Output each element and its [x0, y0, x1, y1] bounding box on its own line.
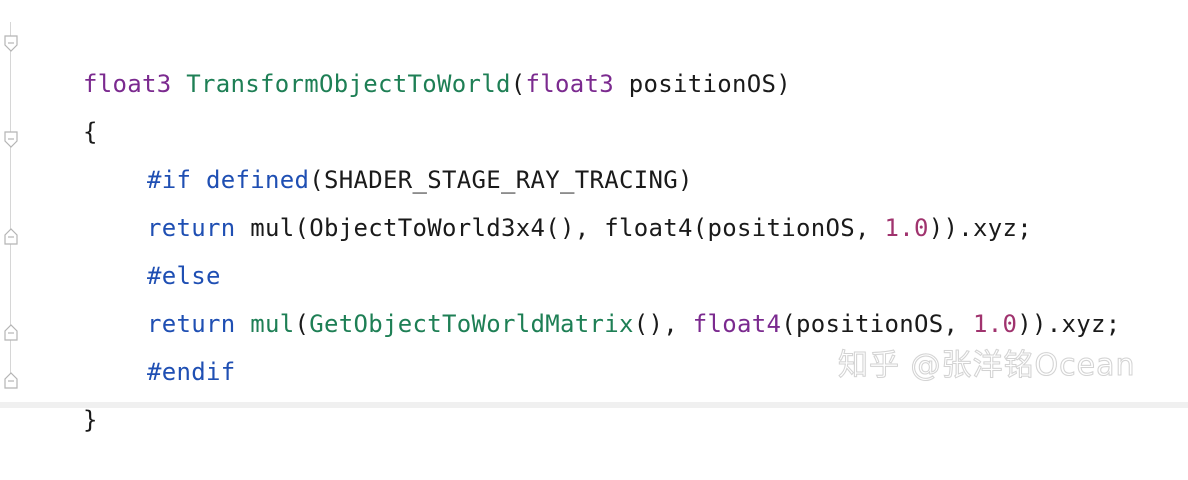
function-name-token: GetObjectToWorldMatrix [309, 310, 634, 338]
fold-open-icon[interactable] [3, 35, 19, 53]
type-token: float3 [525, 70, 614, 98]
brace-token: } [83, 406, 98, 434]
code-line-return-raytracing[interactable]: return mul(ObjectToWorld3x4(), float4(po… [88, 168, 1032, 242]
type-token: float4 [692, 310, 782, 338]
function-name-token: mul [250, 310, 295, 338]
number-token: 1.0 [884, 214, 929, 242]
code-line-open-brace[interactable]: { [24, 72, 98, 146]
code-line-close-brace[interactable]: } [24, 360, 98, 434]
param-token: (positionOS, [781, 310, 973, 338]
code-line-endif-directive[interactable]: #endif [88, 312, 236, 386]
code-line-if-directive[interactable]: #if defined(SHADER_STAGE_RAY_TRACING) [88, 120, 693, 194]
fold-close-icon[interactable] [3, 227, 19, 245]
expression-token: )).xyz; [1017, 310, 1121, 338]
code-line-return-matrix[interactable]: return mul(GetObjectToWorldMatrix(), flo… [88, 264, 1120, 338]
function-name-token: TransformObjectToWorld [186, 70, 511, 98]
param-token: positionOS) [613, 70, 791, 98]
directive-token: #endif [147, 358, 236, 386]
code-line-else-directive[interactable]: #else [88, 216, 221, 290]
bottom-strip [0, 402, 1188, 408]
expression-token: )).xyz; [928, 214, 1032, 242]
paren-token: (), [633, 310, 693, 338]
watermark: 知乎 @张洋铭Ocean [838, 348, 1136, 384]
paren-token: ( [510, 70, 526, 98]
expression-token: mul(ObjectToWorld3x4(), float4(positionO… [235, 214, 885, 242]
fold-close-icon[interactable] [3, 323, 19, 341]
paren-token: ( [294, 310, 310, 338]
fold-open-icon[interactable] [3, 131, 19, 149]
number-token: 1.0 [972, 310, 1018, 338]
code-line-function-signature[interactable]: float3 TransformObjectToWorld(float3 pos… [24, 24, 791, 98]
code-editor[interactable]: float3 TransformObjectToWorld(float3 pos… [0, 0, 1188, 434]
fold-close-icon[interactable] [3, 371, 19, 389]
